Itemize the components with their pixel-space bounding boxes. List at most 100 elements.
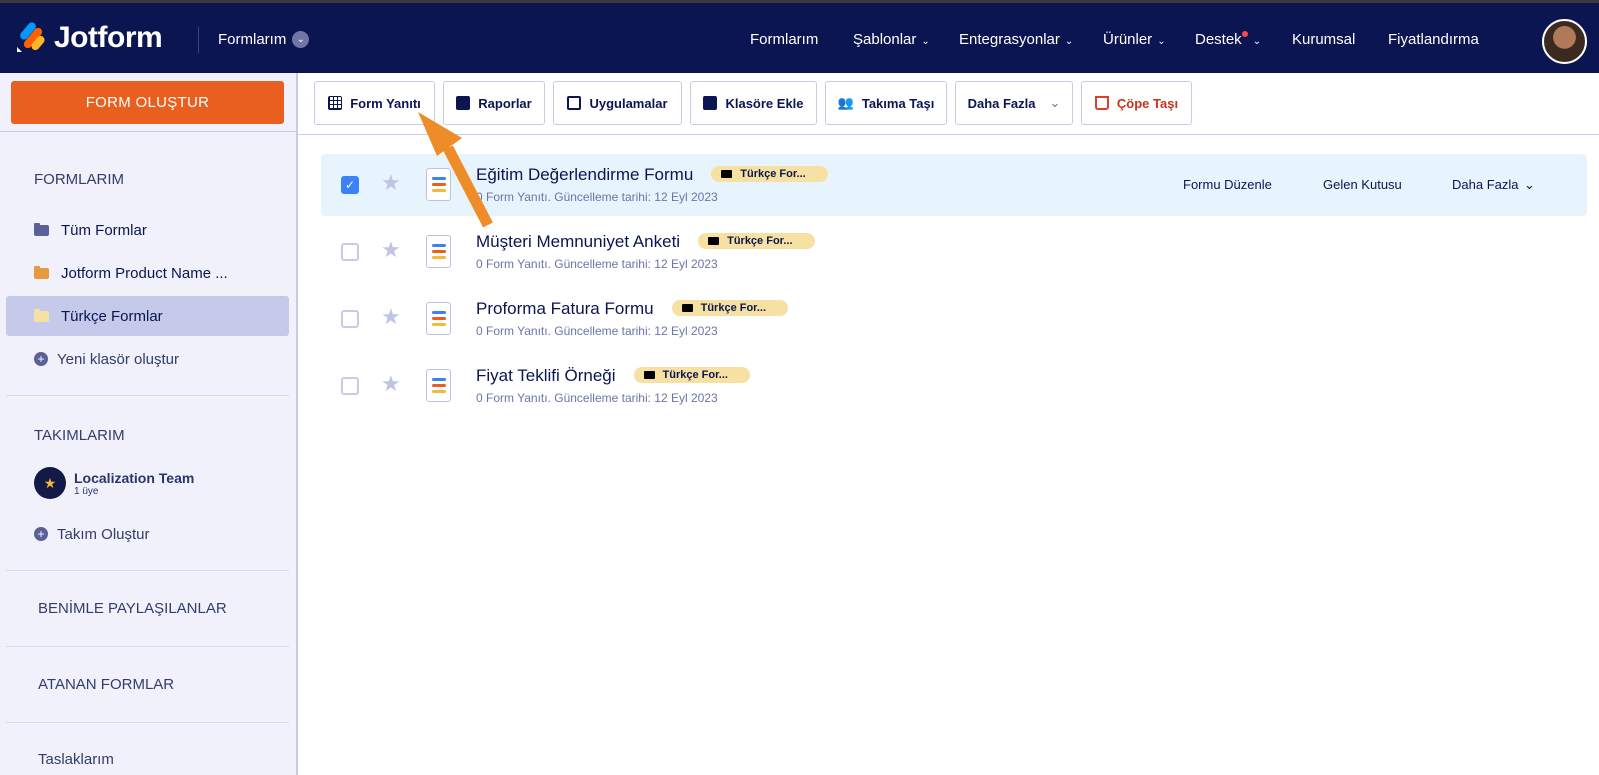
chevron-down-icon: ⌄ [1524, 177, 1535, 192]
breadcrumb-label: Formlarım [218, 31, 287, 48]
chevron-down-icon: ⌄ [292, 31, 310, 48]
form-title: Fiyat Teklifi Örneği [476, 366, 616, 385]
assigned-forms-link[interactable]: ATANAN FORMLAR [38, 676, 174, 693]
team-name: Localization Team [74, 469, 195, 486]
sidebar-folder-product-name[interactable]: Jotform Product Name ... [6, 253, 289, 293]
nav-label: Entegrasyonlar [959, 31, 1060, 48]
button-label: Takıma Taşı [861, 95, 935, 111]
inbox-button[interactable]: Gelen Kutusu [1323, 177, 1402, 192]
chevron-down-icon: ⌄ [1157, 36, 1166, 47]
nav-formlarim[interactable]: Formlarım [750, 31, 818, 48]
form-title-row[interactable]: Müşteri Memnuniyet Anketi Türkçe For... [476, 232, 815, 252]
button-label: Uygulamalar [589, 95, 668, 111]
sidebar-folder-turkce-formlar[interactable]: Türkçe Formlar [6, 296, 289, 336]
button-label: Form Yanıtı [350, 95, 421, 111]
select-checkbox[interactable] [341, 310, 359, 328]
nav-destek[interactable]: Destek ⌄ [1195, 31, 1261, 48]
select-checkbox[interactable] [341, 243, 359, 261]
move-to-trash-button[interactable]: Çöpe Taşı [1081, 81, 1192, 125]
move-to-team-button[interactable]: 👥 Takıma Taşı [825, 81, 947, 125]
nav-fiyatlandirma[interactable]: Fiyatlandırma [1388, 31, 1479, 48]
create-team-button[interactable]: + Takım Oluştur [6, 514, 289, 554]
sidebar-folder-all-forms[interactable]: Tüm Formlar [6, 210, 289, 250]
drafts-link[interactable]: Taslaklarım [38, 751, 114, 768]
form-icon [426, 235, 451, 268]
nav-sablonlar[interactable]: Şablonlar ⌄ [853, 31, 930, 48]
trash-icon [1094, 96, 1109, 110]
form-list-item[interactable]: ★ Proforma Fatura Formu Türkçe For... 0 F… [321, 288, 1587, 350]
folder-icon [708, 237, 720, 245]
select-checkbox[interactable] [341, 377, 359, 395]
reports-button[interactable]: Raporlar [443, 81, 545, 125]
more-dropdown[interactable]: Daha Fazla ⌄ [955, 81, 1073, 125]
apps-icon [567, 96, 582, 110]
nav-label: Ürünler [1103, 31, 1153, 48]
divider [6, 570, 289, 571]
form-list-item[interactable]: ✓ ★ Eğitim Değerlendirme Formu Türkçe For… [321, 154, 1587, 216]
edit-form-button[interactable]: Formu Düzenle [1183, 177, 1272, 192]
star-icon[interactable]: ★ [381, 371, 401, 397]
folder-tag[interactable]: Türkçe For... [711, 166, 828, 182]
form-meta: 0 Form Yanıtı. Güncelleme tarihi: 12 Eyl… [476, 257, 718, 271]
nav-label: Kurumsal [1292, 31, 1356, 48]
form-icon [426, 302, 451, 335]
nav-label: Şablonlar [853, 31, 917, 48]
button-label: Klasöre Ekle [725, 95, 804, 111]
chevron-down-icon: ⌄ [921, 36, 930, 47]
team-avatar-icon: ★ [34, 467, 66, 499]
folder-tag[interactable]: Türkçe For... [698, 233, 815, 249]
folder-icon [643, 371, 655, 379]
notification-dot [1241, 31, 1248, 37]
folder-icon [34, 265, 49, 279]
folder-plus-icon [703, 96, 718, 110]
nav-label: Fiyatlandırma [1388, 31, 1479, 48]
form-title: Müşteri Memnuniyet Anketi [476, 232, 681, 251]
user-avatar[interactable] [1542, 19, 1587, 64]
teams-heading: TAKIMLARIM [34, 427, 125, 444]
star-icon[interactable]: ★ [381, 304, 401, 330]
form-title: Proforma Fatura Formu [476, 299, 654, 318]
create-form-button[interactable]: FORM OLUŞTUR [11, 81, 284, 124]
breadcrumb-dropdown[interactable]: Formlarım ⌄ [218, 31, 310, 48]
divider [6, 646, 289, 647]
form-title-row[interactable]: Fiyat Teklifi Örneği Türkçe For... [476, 366, 750, 386]
nav-kurumsal[interactable]: Kurumsal [1292, 31, 1355, 48]
folder-tag-label: Türkçe For... [727, 235, 793, 247]
sidebar: FORM OLUŞTUR FORMLARIM Tüm Formlar Jotfo… [0, 73, 298, 775]
new-folder-label: Yeni klasör oluştur [57, 350, 180, 368]
apps-button[interactable]: Uygulamalar [553, 81, 682, 125]
forms-heading: FORMLARIM [34, 171, 124, 188]
folder-tag[interactable]: Türkçe For... [671, 300, 789, 316]
form-title-row[interactable]: Eğitim Değerlendirme Formu Türkçe For... [476, 165, 828, 185]
row-more-button[interactable]: Daha Fazla [1452, 177, 1518, 192]
jotform-logo[interactable]: Jotform [16, 21, 163, 55]
folder-tag-label: Türkçe For... [662, 369, 728, 381]
plus-icon: + [34, 527, 48, 541]
divider [6, 395, 289, 396]
form-responses-button[interactable]: Form Yanıtı [314, 81, 435, 125]
form-title-row[interactable]: Proforma Fatura Formu Türkçe For... [476, 299, 789, 319]
folder-icon [681, 304, 693, 312]
form-list-item[interactable]: ★ Fiyat Teklifi Örneği Türkçe For... 0 Fo… [321, 355, 1587, 417]
nav-urunler[interactable]: Ürünler ⌄ [1103, 31, 1166, 48]
form-meta: 0 Form Yanıtı. Güncelleme tarihi: 12 Eyl… [476, 391, 718, 405]
table-icon [328, 96, 343, 110]
jotform-logo-icon [17, 22, 45, 52]
nav-label: Formlarım [750, 31, 819, 48]
nav-entegrasyonlar[interactable]: Entegrasyonlar ⌄ [959, 31, 1073, 48]
folder-tag[interactable]: Türkçe For... [633, 367, 750, 383]
add-to-folder-button[interactable]: Klasöre Ekle [690, 81, 817, 125]
select-checkbox[interactable]: ✓ [341, 176, 359, 194]
folder-icon [721, 170, 733, 178]
shared-with-me-link[interactable]: BENİMLE PAYLAŞILANLAR [38, 600, 227, 617]
form-list-item[interactable]: ★ Müşteri Memnuniyet Anketi Türkçe For...… [321, 221, 1587, 283]
star-icon[interactable]: ★ [381, 237, 401, 263]
team-members: 1 üye [74, 485, 99, 497]
star-icon[interactable]: ★ [381, 170, 401, 196]
folder-icon [34, 222, 49, 236]
new-folder-button[interactable]: + Yeni klasör oluştur [6, 339, 289, 379]
team-item[interactable]: ★ Localization Team 1 üye [34, 467, 194, 499]
form-title: Eğitim Değerlendirme Formu [476, 165, 694, 184]
divider [198, 27, 199, 53]
chevron-down-icon: ⌄ [1064, 36, 1074, 47]
